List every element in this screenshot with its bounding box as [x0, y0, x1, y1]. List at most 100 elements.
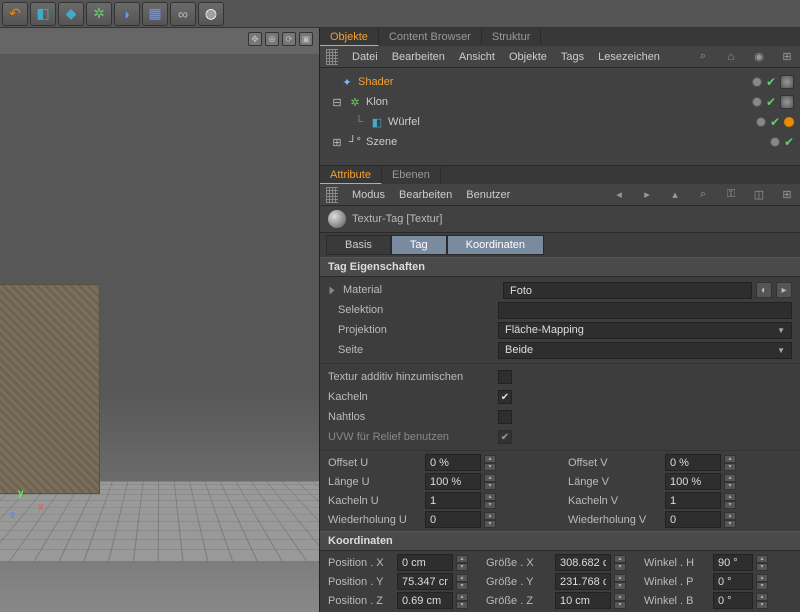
texadd-checkbox[interactable]	[498, 370, 512, 384]
wiederholung-v-field[interactable]	[665, 511, 721, 528]
phong-tag-icon[interactable]	[784, 117, 794, 127]
camera-tool[interactable]: ∞	[170, 2, 196, 26]
tree-shader[interactable]: Shader	[358, 76, 393, 88]
groesse-y-field[interactable]	[555, 573, 611, 590]
nahtlos-checkbox[interactable]	[498, 410, 512, 424]
grip-icon[interactable]	[326, 187, 338, 203]
tab-structure[interactable]: Struktur	[482, 29, 542, 45]
groesse-x-field[interactable]	[555, 554, 611, 571]
viewport-3d[interactable]: ✥ ⊕ ⟳ ▣ xyz	[0, 28, 320, 612]
spinner[interactable]: ▴▾	[614, 555, 626, 571]
winkel-b-field[interactable]	[713, 592, 753, 609]
material-field[interactable]: Foto	[503, 282, 752, 299]
projektion-dropdown[interactable]: Fläche-Mapping	[498, 322, 792, 339]
tab-objects[interactable]: Objekte	[320, 29, 379, 46]
groesse-z-field[interactable]	[555, 592, 611, 609]
spinner[interactable]: ▴▾	[756, 555, 768, 571]
winkel-h-field[interactable]	[713, 554, 753, 571]
vp-orbit-icon[interactable]: ⟳	[282, 32, 296, 46]
menu-view[interactable]: Ansicht	[459, 51, 495, 63]
eye-icon[interactable]: ◉	[752, 50, 766, 64]
back-icon[interactable]: ◂	[612, 188, 626, 202]
spinner[interactable]: ▴▾	[484, 512, 496, 528]
new-icon[interactable]: ◫	[752, 188, 766, 202]
wiederholung-u-field[interactable]	[425, 511, 481, 528]
expand-icon[interactable]	[330, 286, 335, 294]
undo-icon[interactable]: ↶	[2, 2, 28, 26]
spinner[interactable]: ▴▾	[456, 593, 468, 609]
prim-tool[interactable]: ◆	[58, 2, 84, 26]
spinner[interactable]: ▴▾	[484, 493, 496, 509]
tree-szene[interactable]: Szene	[366, 136, 397, 148]
laenge-v-field[interactable]	[665, 473, 721, 490]
tab-layers[interactable]: Ebenen	[382, 167, 441, 183]
position-z-field[interactable]	[397, 592, 453, 609]
tree-wuerfel[interactable]: Würfel	[388, 116, 420, 128]
spinner[interactable]: ▴▾	[724, 512, 736, 528]
menu-objects[interactable]: Objekte	[509, 51, 547, 63]
material-preview-icon[interactable]: ◐	[756, 282, 772, 298]
cube-tool[interactable]: ◧	[30, 2, 56, 26]
menu-bookmarks[interactable]: Lesezeichen	[598, 51, 660, 63]
spinner[interactable]: ▴▾	[456, 555, 468, 571]
search-icon[interactable]: ⌕	[696, 50, 710, 64]
tree-klon[interactable]: Klon	[366, 96, 388, 108]
up-icon[interactable]: ▴	[668, 188, 682, 202]
texture-tag-icon[interactable]	[780, 95, 794, 109]
menu-tags[interactable]: Tags	[561, 51, 584, 63]
light-tool[interactable]: ◍	[198, 2, 224, 26]
expand-icon[interactable]: ⊟	[330, 95, 344, 109]
laenge-u-field[interactable]	[425, 473, 481, 490]
lbl-uvw: UVW für Relief benutzen	[328, 431, 494, 443]
menu-mode[interactable]: Modus	[352, 189, 385, 201]
tab-attribute[interactable]: Attribute	[320, 167, 382, 184]
spinner[interactable]: ▴▾	[756, 574, 768, 590]
spinner[interactable]: ▴▾	[614, 593, 626, 609]
offset-v-field[interactable]	[665, 454, 721, 471]
tab-content-browser[interactable]: Content Browser	[379, 29, 482, 45]
position-y-field[interactable]	[397, 573, 453, 590]
winkel-p-field[interactable]	[713, 573, 753, 590]
subtab-tag[interactable]: Tag	[391, 235, 447, 255]
material-picker-icon[interactable]: ▸	[776, 282, 792, 298]
spinner[interactable]: ▴▾	[724, 474, 736, 490]
spinner[interactable]: ▴▾	[756, 593, 768, 609]
menu-edit[interactable]: Bearbeiten	[392, 51, 445, 63]
selektion-field[interactable]	[498, 302, 792, 319]
seite-dropdown[interactable]: Beide	[498, 342, 792, 359]
object-tree[interactable]: ✦Shader✔ ⊟✲Klon✔ └◧Würfel✔ ⊞┘°Szene✔	[320, 68, 800, 166]
menu-edit[interactable]: Bearbeiten	[399, 189, 452, 201]
plus-icon[interactable]: ⊞	[780, 188, 794, 202]
spinner[interactable]: ▴▾	[724, 493, 736, 509]
position-x-field[interactable]	[397, 554, 453, 571]
expand-icon[interactable]: ⊞	[330, 135, 344, 149]
search-icon[interactable]: ⌕	[696, 188, 710, 202]
subtab-koord[interactable]: Koordinaten	[447, 235, 544, 255]
kacheln-v-field[interactable]	[665, 492, 721, 509]
vp-zoom-icon[interactable]: ⊕	[265, 32, 279, 46]
plus-icon[interactable]: ⊞	[780, 50, 794, 64]
vp-pan-icon[interactable]: ✥	[248, 32, 262, 46]
cloner-tool[interactable]: ✲	[86, 2, 112, 26]
spinner[interactable]: ▴▾	[484, 455, 496, 471]
kacheln-u-field[interactable]	[425, 492, 481, 509]
spinner[interactable]: ▴▾	[724, 455, 736, 471]
home-icon[interactable]: ⌂	[724, 50, 738, 64]
fwd-icon[interactable]: ▸	[640, 188, 654, 202]
floor-tool[interactable]: ▦	[142, 2, 168, 26]
texture-tag-icon[interactable]	[780, 75, 794, 89]
menu-file[interactable]: Datei	[352, 51, 378, 63]
menu-user[interactable]: Benutzer	[466, 189, 510, 201]
spinner[interactable]: ▴▾	[484, 474, 496, 490]
subtab-basis[interactable]: Basis	[326, 235, 391, 255]
lbl-posy: Position . Y	[328, 576, 394, 588]
vp-max-icon[interactable]: ▣	[299, 32, 313, 46]
bend-tool[interactable]: ◗	[114, 2, 140, 26]
section-koords: Koordinaten	[320, 531, 800, 551]
grip-icon[interactable]	[326, 49, 338, 65]
lock-icon[interactable]: ⚿	[724, 188, 738, 202]
spinner[interactable]: ▴▾	[456, 574, 468, 590]
kacheln-checkbox[interactable]: ✔	[498, 390, 512, 404]
spinner[interactable]: ▴▾	[614, 574, 626, 590]
offset-u-field[interactable]	[425, 454, 481, 471]
